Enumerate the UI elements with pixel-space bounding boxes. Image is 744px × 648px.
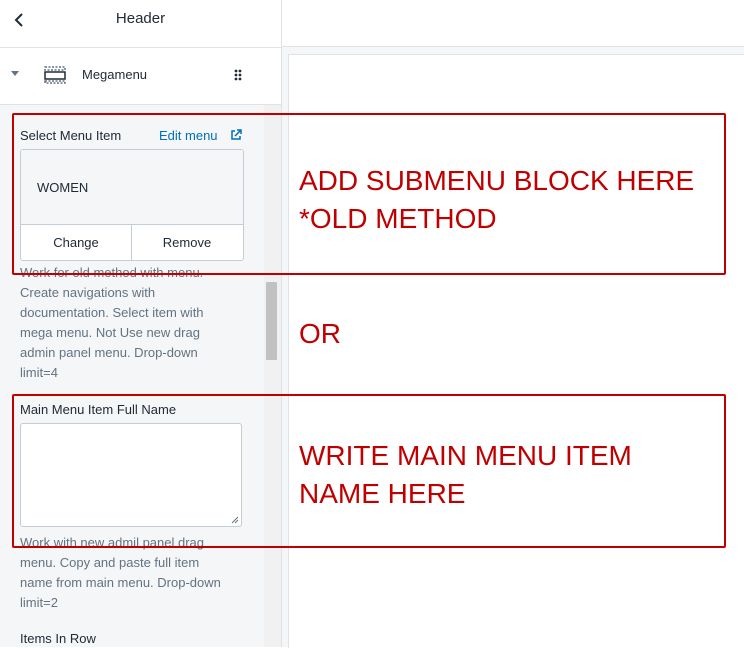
sidebar-title: Header xyxy=(115,10,166,27)
caret-down-icon[interactable] xyxy=(10,70,20,78)
megamenu-section-row[interactable]: Megamenu xyxy=(0,48,281,105)
sidebar-header: Header xyxy=(0,0,281,48)
annotation-text-or: OR xyxy=(299,318,341,349)
section-label: Megamenu xyxy=(82,67,148,82)
preview-topbar xyxy=(282,0,744,47)
scrollbar-thumb[interactable] xyxy=(266,282,277,360)
drag-handle-icon[interactable] xyxy=(233,68,243,82)
select-menu-item-help: Work for old method with menu. Create na… xyxy=(20,265,204,380)
megamenu-layout-icon xyxy=(44,66,66,84)
annotation-text-bottom-1: WRITE MAIN MENU ITEM xyxy=(299,440,632,471)
theme-editor-sidebar: Header Megamenu Select Menu Item Edit me… xyxy=(0,0,282,647)
annotation-text-top-1: ADD SUBMENU BLOCK HERE xyxy=(299,165,695,196)
annotation-text-top-2: *OLD METHOD xyxy=(299,203,497,234)
annotation-text-bottom-2: NAME HERE xyxy=(299,478,466,509)
items-in-row-label: Items In Row xyxy=(20,631,96,646)
